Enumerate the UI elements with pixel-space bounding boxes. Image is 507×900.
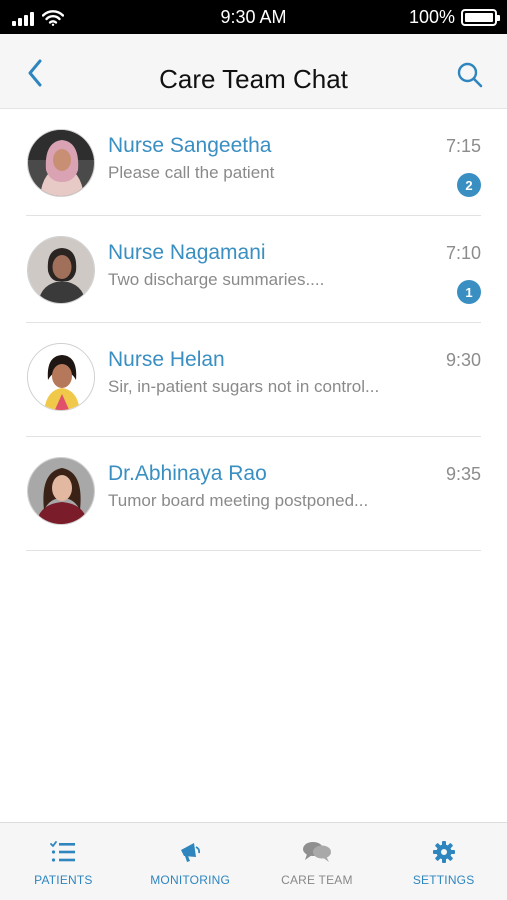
avatar <box>27 343 95 411</box>
chat-item-nurse-helan[interactable]: Nurse Helan Sir, in-patient sugars not i… <box>0 323 507 437</box>
avatar <box>27 236 95 304</box>
tab-patients[interactable]: PATIENTS <box>0 823 127 900</box>
battery-percent: 100% <box>408 6 455 27</box>
chat-time: 7:15 <box>445 136 481 156</box>
status-right: 100% <box>408 6 500 28</box>
tab-label: MONITORING <box>150 873 231 887</box>
unread-badge: 1 <box>457 280 481 304</box>
chat-message: Please call the patient <box>108 163 275 182</box>
signal-icon <box>12 11 34 26</box>
chat-name: Nurse Helan <box>108 348 225 371</box>
wifi-icon <box>42 10 64 26</box>
list-icon <box>50 839 76 865</box>
tab-label: CARE TEAM <box>281 873 353 887</box>
chat-item-dr-abhinaya-rao[interactable]: Dr.Abhinaya Rao Tumor board meeting post… <box>0 437 507 551</box>
unread-badge: 2 <box>457 173 481 197</box>
chat-name: Nurse Nagamani <box>108 241 266 264</box>
tab-care-team[interactable]: CARE TEAM <box>254 823 381 900</box>
tab-label: SETTINGS <box>412 873 475 887</box>
chat-name: Dr.Abhinaya Rao <box>108 462 267 485</box>
gear-icon <box>432 839 456 865</box>
chat-name: Nurse Sangeetha <box>108 134 272 157</box>
tab-monitoring[interactable]: MONITORING <box>127 823 254 900</box>
chat-item-nurse-nagamani[interactable]: Nurse Nagamani Two discharge summaries..… <box>0 216 507 323</box>
battery-icon <box>461 8 500 26</box>
status-bar: 9:30 AM 100% <box>0 0 507 34</box>
chat-message: Sir, in-patient sugars not in control... <box>108 377 380 396</box>
search-icon <box>457 62 483 88</box>
chat-list: Nurse Sangeetha Please call the patient … <box>0 109 507 551</box>
avatar <box>27 129 95 197</box>
chat-message: Tumor board meeting postponed... <box>108 491 369 510</box>
chat-time: 9:30 <box>445 350 481 370</box>
avatar <box>27 457 95 525</box>
chat-bubbles-icon <box>302 839 332 865</box>
nav-bar: Care Team Chat <box>0 34 507 109</box>
search-button[interactable] <box>455 60 485 90</box>
tab-settings[interactable]: SETTINGS <box>380 823 507 900</box>
tab-bar: PATIENTS MONITORING CARE TEAM SETTINGS <box>0 822 507 900</box>
chat-message: Two discharge summaries.... <box>108 270 325 289</box>
chat-item-nurse-sangeetha[interactable]: Nurse Sangeetha Please call the patient … <box>0 109 507 216</box>
megaphone-icon <box>178 839 202 865</box>
chat-time: 9:35 <box>445 464 481 484</box>
page-title: Care Team Chat <box>159 64 348 94</box>
chat-time: 7:10 <box>445 243 481 263</box>
tab-label: PATIENTS <box>34 873 93 887</box>
status-left <box>12 8 64 26</box>
